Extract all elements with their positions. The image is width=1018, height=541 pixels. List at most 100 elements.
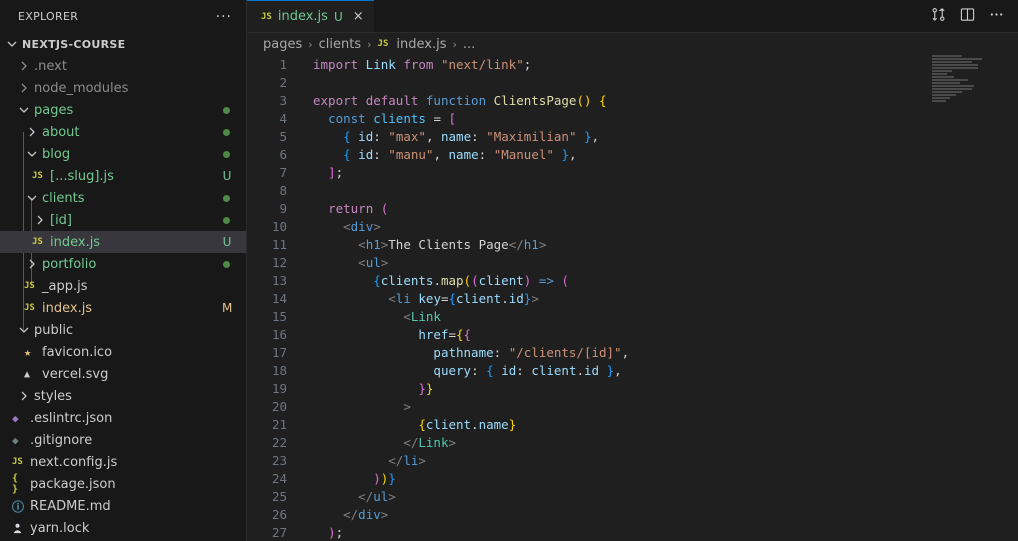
code-line[interactable]: 15 <Link [247,307,1018,325]
code-line[interactable]: 22 </Link> [247,433,1018,451]
code-line[interactable]: 27 ); [247,523,1018,541]
code-line[interactable]: 26 </div> [247,505,1018,523]
code-line[interactable]: 3 export default function ClientsPage() { [247,91,1018,109]
code-token: : [471,128,487,144]
close-icon[interactable]: × [353,9,364,24]
split-editor-icon[interactable] [960,7,975,26]
tree-item-pages-index-js[interactable]: JS index.js M [0,297,246,319]
tree-item-label: .gitignore [30,432,93,448]
more-actions-icon[interactable] [989,7,1004,26]
chevron-down-icon [24,193,40,203]
line-number: 2 [279,74,287,90]
root-folder[interactable]: NEXTJS-COURSE [0,33,246,55]
tree-item-slug-js[interactable]: JS [...slug].js U [0,165,246,187]
tree-item-vercel-svg[interactable]: ▲ vercel.svg [0,363,246,385]
code-token: { [486,362,494,378]
code-line[interactable]: 19 }} [247,379,1018,397]
code-token: => [531,272,562,288]
code-token: . [433,272,441,288]
tree-item-label: index.js [50,234,101,250]
tree-item-portfolio[interactable]: portfolio [0,253,246,275]
tree-item-blog[interactable]: blog [0,143,246,165]
tree-item-readme[interactable]: ⓘ README.md [0,495,246,517]
code-token: { [463,326,472,342]
code-line[interactable]: 21 {client.name} [247,415,1018,433]
tree-item-next-config[interactable]: JS next.config.js [0,451,246,473]
code-token: </ [508,236,524,252]
code-line[interactable]: 5 { id: "max", name: "Maximilian" }, [247,127,1018,145]
line-number: 10 [271,218,287,234]
code-token: > [448,434,457,450]
tree-item-label: clients [42,190,85,206]
code-token: from [403,56,434,72]
code-line[interactable]: 25 </ul> [247,487,1018,505]
code-token: pathname [433,344,494,360]
code-line[interactable]: 14 <li key={client.id}> [247,289,1018,307]
tree-item-public[interactable]: public [0,319,246,341]
code-editor[interactable]: 1 import Link from "next/link"; 2 3 export d… [247,55,1018,541]
tree-item-app-js[interactable]: JS _app.js [0,275,246,297]
breadcrumb-item[interactable]: index.js [396,37,446,52]
code-line[interactable]: 1 import Link from "next/link"; [247,55,1018,73]
code-line[interactable]: 16 href={{ [247,325,1018,343]
code-token: > [418,452,426,468]
star-icon: ★ [24,345,32,359]
breadcrumb-item[interactable]: clients [319,37,361,52]
tree-item-clients[interactable]: clients [0,187,246,209]
code-token: import [313,56,359,72]
code-token: div [350,218,374,234]
code-token: = [425,110,449,126]
tree-item-gitignore[interactable]: ◆ .gitignore [0,429,246,451]
chevron-right-icon: › [367,37,372,51]
code-line[interactable]: 10 <div> [247,217,1018,235]
line-number: 12 [271,254,287,270]
tree-item-favicon[interactable]: ★ favicon.ico [0,341,246,363]
tab-index-js[interactable]: JS index.js U × [247,0,374,32]
code-token: Link [410,308,441,324]
code-token: < [358,254,366,270]
code-line[interactable]: 13 {clients.map((client) => ( [247,271,1018,289]
tree-item-pages[interactable]: pages [0,99,246,121]
tree-item-about[interactable]: about [0,121,246,143]
code-token: id [584,362,600,378]
code-line[interactable]: 4 const clients = [ [247,109,1018,127]
code-token: id [501,362,517,378]
breadcrumb-item[interactable]: ... [463,37,475,52]
code-text: ); [313,525,343,540]
line-number: 24 [271,470,287,486]
code-line[interactable]: 20 > [247,397,1018,415]
tree-item-clients-index-js[interactable]: JS index.js U [0,231,246,253]
root-folder-label: NEXTJS-COURSE [22,37,126,51]
code-line[interactable]: 6 { id: "manu", name: "Manuel" }, [247,145,1018,163]
code-line[interactable]: 18 query: { id: client.id }, [247,361,1018,379]
minimap[interactable] [932,55,1008,115]
code-line[interactable]: 24 ))} [247,469,1018,487]
code-line[interactable]: 8 [247,181,1018,199]
code-text: <div> [313,219,381,234]
code-line[interactable]: 7 ]; [247,163,1018,181]
changes-dot-icon [223,260,230,268]
code-line[interactable]: 11 <h1>The Clients Page</h1> [247,235,1018,253]
compare-changes-icon[interactable] [931,7,946,26]
tree-item-node-modules[interactable]: node_modules [0,77,246,99]
tree-item-label: favicon.ico [42,344,113,360]
tree-item-package-json[interactable]: { } package.json [0,473,246,495]
code-line[interactable]: 12 <ul> [247,253,1018,271]
more-actions-icon[interactable]: ··· [216,9,232,25]
code-line[interactable]: 9 return ( [247,199,1018,217]
code-token: } [584,128,592,144]
code-line[interactable]: 23 </li> [247,451,1018,469]
code-token: ul [365,254,381,270]
tree-item-styles[interactable]: styles [0,385,246,407]
code-text: {client.name} [313,417,516,432]
tree-item-label: node_modules [34,80,129,96]
tree-item-next[interactable]: .next [0,55,246,77]
code-line[interactable]: 2 [247,73,1018,91]
tree-item-eslintrc[interactable]: ◆ .eslintrc.json [0,407,246,429]
tree-item-label: README.md [30,498,111,514]
breadcrumb-item[interactable]: pages [263,37,302,52]
tree-item-yarn-lock[interactable]: yarn.lock [0,517,246,539]
code-line[interactable]: 17 pathname: "/clients/[id]", [247,343,1018,361]
tree-item-id-folder[interactable]: [id] [0,209,246,231]
code-token: : [373,128,389,144]
